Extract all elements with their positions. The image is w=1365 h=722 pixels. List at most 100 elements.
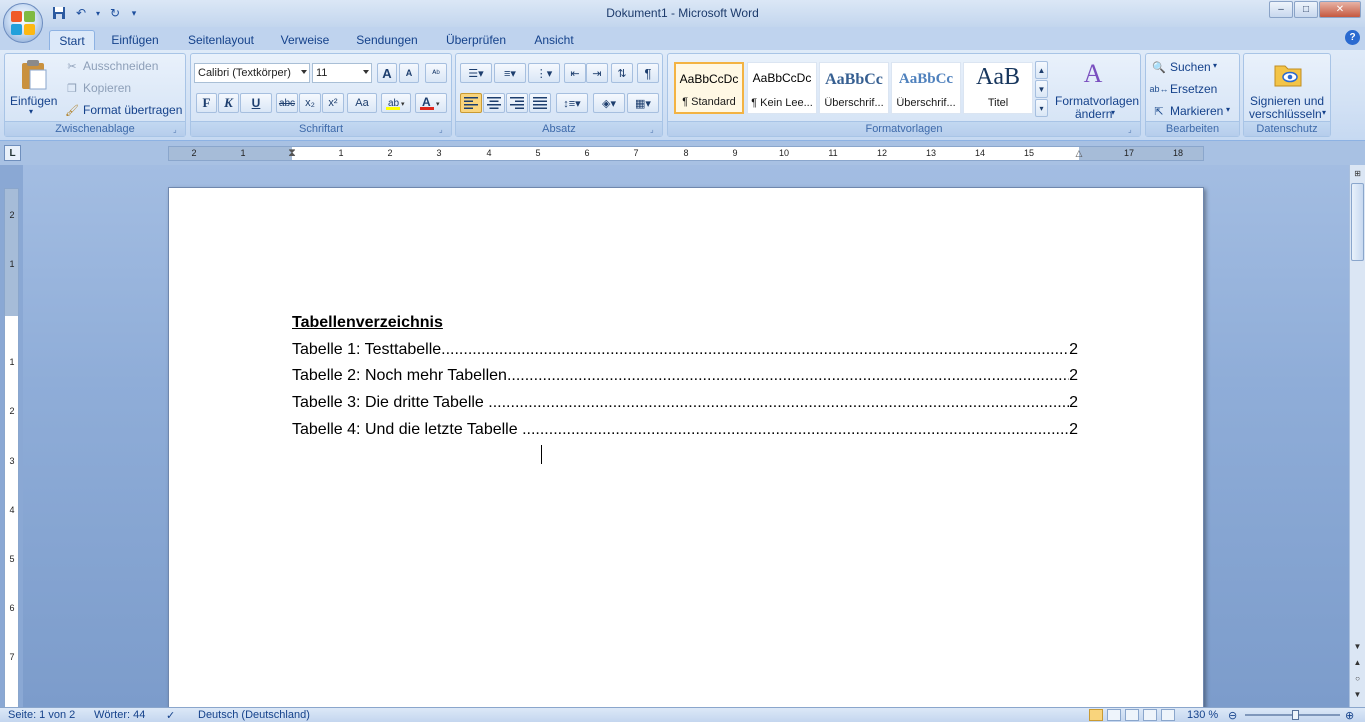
align-right-icon[interactable] <box>506 93 528 113</box>
sign-encrypt-dropdown-icon[interactable]: ▾ <box>1322 108 1326 117</box>
borders-icon[interactable]: ▦▾ <box>627 93 659 113</box>
horizontal-ruler[interactable]: 2 1 1 2 3 4 5 6 7 8 9 10 11 12 13 14 15 … <box>168 146 1204 161</box>
toc-entry[interactable]: Tabelle 4: Und die letzte Tabelle 2 <box>292 421 1078 439</box>
shrink-font-button[interactable]: A <box>399 63 419 83</box>
zoom-out-icon[interactable]: ⊖ <box>1228 709 1237 722</box>
font-name-combo[interactable]: Calibri (Textkörper) <box>194 63 310 83</box>
style-heading-2[interactable]: AaBbCc Überschrif... <box>891 62 961 114</box>
select-button[interactable]: Markieren <box>1170 104 1223 118</box>
office-button[interactable] <box>3 3 43 43</box>
replace-button[interactable]: Ersetzen <box>1170 82 1217 96</box>
select-browse-object-icon[interactable]: ○ <box>1351 671 1364 685</box>
find-button[interactable]: Suchen <box>1170 60 1211 74</box>
minimize-button[interactable]: – <box>1269 1 1293 18</box>
cut-button[interactable]: Ausschneiden <box>83 59 158 73</box>
subscript-button[interactable]: x₂ <box>299 93 321 113</box>
tab-einfuegen[interactable]: Einfügen <box>104 30 166 50</box>
sign-encrypt-icon[interactable] <box>1272 58 1304 90</box>
web-layout-view-icon[interactable] <box>1125 709 1139 721</box>
bold-button[interactable]: F <box>196 93 217 113</box>
decrease-indent-icon[interactable]: ⇤ <box>564 63 586 83</box>
toc-entry[interactable]: Tabelle 3: Die dritte Tabelle 2 <box>292 394 1078 412</box>
change-styles-label-2[interactable]: ändern <box>1075 107 1112 121</box>
zoom-level[interactable]: 130 % <box>1187 709 1218 721</box>
replace-icon[interactable]: ab↔ <box>1150 82 1169 96</box>
tab-ansicht[interactable]: Ansicht <box>526 30 582 50</box>
indent-marker-icon[interactable]: ⧗ <box>288 147 296 160</box>
next-page-icon[interactable]: ▼ <box>1351 687 1364 701</box>
clipboard-launcher-icon[interactable]: ⌟ <box>173 125 182 134</box>
align-left-icon[interactable] <box>460 93 482 113</box>
align-center-icon[interactable] <box>483 93 505 113</box>
styles-scroll-down-icon[interactable]: ▼ <box>1035 80 1048 98</box>
change-styles-icon[interactable]: A <box>1076 58 1110 90</box>
proofing-icon[interactable]: ✓ <box>166 709 175 722</box>
vertical-ruler[interactable]: 2 1 1 2 3 4 5 6 7 <box>4 188 19 708</box>
multilevel-list-icon[interactable]: ⋮▾ <box>528 63 560 83</box>
grow-font-button[interactable]: A <box>377 63 397 83</box>
paste-button[interactable]: Einfügen <box>10 94 57 108</box>
close-button[interactable]: ✕ <box>1319 1 1361 18</box>
superscript-button[interactable]: x² <box>322 93 344 113</box>
change-styles-button[interactable]: Formatvorlagen <box>1055 94 1139 108</box>
vertical-scrollbar[interactable]: ⊞ ▼ ▲ ○ ▼ <box>1349 165 1365 707</box>
tab-selector-button[interactable]: L <box>4 145 21 161</box>
language[interactable]: Deutsch (Deutschland) <box>198 709 310 721</box>
full-screen-reading-view-icon[interactable] <box>1107 709 1121 721</box>
sign-encrypt-label-2[interactable]: verschlüsseln <box>1249 107 1322 121</box>
maximize-button[interactable]: □ <box>1294 1 1318 18</box>
font-launcher-icon[interactable]: ⌟ <box>439 125 448 134</box>
strikethrough-button[interactable]: abc <box>276 93 298 113</box>
justify-icon[interactable] <box>529 93 551 113</box>
style-no-spacing[interactable]: AaBbCcDc ¶ Kein Lee... <box>747 62 817 114</box>
tab-sendungen[interactable]: Sendungen <box>350 30 424 50</box>
ruler-toggle-icon[interactable]: ⊞ <box>1351 166 1364 180</box>
tab-start[interactable]: Start <box>49 30 95 50</box>
copy-button[interactable]: Kopieren <box>83 81 131 95</box>
cut-icon[interactable]: ✂ <box>65 59 79 73</box>
font-color-button[interactable]: A ▾ <box>415 93 447 113</box>
tab-verweise[interactable]: Verweise <box>274 30 336 50</box>
outline-view-icon[interactable] <box>1143 709 1157 721</box>
tab-seitenlayout[interactable]: Seitenlayout <box>180 30 262 50</box>
style-standard[interactable]: AaBbCcDc ¶ Standard <box>674 62 744 114</box>
style-heading-1[interactable]: AaBbCc Überschrif... <box>819 62 889 114</box>
format-painter-button[interactable]: Format übertragen <box>83 103 182 117</box>
page-count[interactable]: Seite: 1 von 2 <box>8 709 75 721</box>
shading-icon[interactable]: ◈▾ <box>593 93 625 113</box>
print-layout-view-icon[interactable] <box>1089 709 1103 721</box>
scrollbar-thumb[interactable] <box>1351 183 1364 261</box>
select-icon[interactable]: ⇱ <box>1152 104 1166 118</box>
font-size-combo[interactable]: 11 <box>312 63 372 83</box>
select-dropdown-icon[interactable]: ▾ <box>1226 105 1230 114</box>
show-formatting-icon[interactable]: ¶ <box>637 63 659 83</box>
find-icon[interactable]: 🔍 <box>1152 60 1166 74</box>
toc-entry[interactable]: Tabelle 2: Noch mehr Tabellen 2 <box>292 367 1078 385</box>
paste-icon[interactable] <box>17 58 51 92</box>
draft-view-icon[interactable] <box>1161 709 1175 721</box>
line-spacing-icon[interactable]: ↕≡▾ <box>556 93 588 113</box>
numbering-icon[interactable]: ≡▾ <box>494 63 526 83</box>
toc-entry[interactable]: Tabelle 1: Testtabelle 2 <box>292 341 1078 359</box>
bullets-icon[interactable]: ☰▾ <box>460 63 492 83</box>
highlight-button[interactable]: ab ▾ <box>381 93 411 113</box>
style-title[interactable]: AaB Titel <box>963 62 1033 114</box>
paste-dropdown-icon[interactable]: ▾ <box>29 107 33 116</box>
zoom-in-icon[interactable]: ⊕ <box>1345 709 1354 722</box>
paragraph-launcher-icon[interactable]: ⌟ <box>650 125 659 134</box>
find-dropdown-icon[interactable]: ▾ <box>1213 61 1217 70</box>
styles-launcher-icon[interactable]: ⌟ <box>1128 125 1137 134</box>
styles-more-icon[interactable]: ▾ <box>1035 99 1048 117</box>
styles-scroll-up-icon[interactable]: ▲ <box>1035 61 1048 79</box>
underline-button[interactable]: U <box>240 93 272 113</box>
zoom-slider-knob[interactable] <box>1292 710 1299 720</box>
scroll-down-icon[interactable]: ▼ <box>1351 639 1364 653</box>
italic-button[interactable]: K <box>218 93 239 113</box>
document-page[interactable]: Tabellenverzeichnis Tabelle 1: Testtabel… <box>168 187 1204 722</box>
change-case-button[interactable]: Aa <box>347 93 377 113</box>
tab-ueberpruefen[interactable]: Überprüfen <box>438 30 514 50</box>
increase-indent-icon[interactable]: ⇥ <box>586 63 608 83</box>
sign-encrypt-button[interactable]: Signieren und <box>1250 94 1324 108</box>
word-count[interactable]: Wörter: 44 <box>94 709 145 721</box>
copy-icon[interactable]: ❐ <box>65 81 79 95</box>
